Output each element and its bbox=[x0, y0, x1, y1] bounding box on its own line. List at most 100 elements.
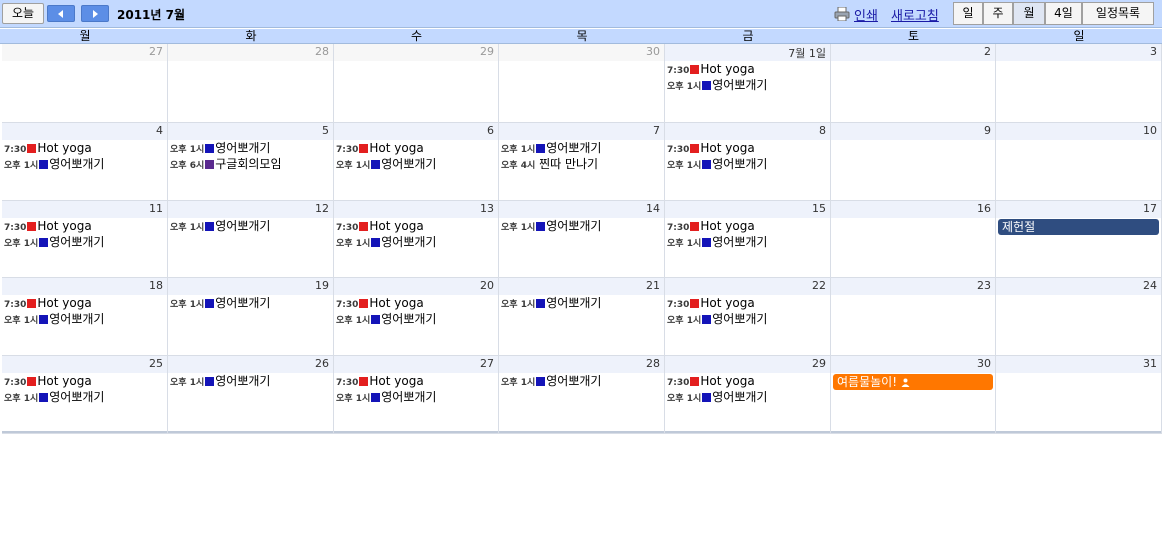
calendar-event[interactable]: 오후 1시 영어뽀개기 bbox=[2, 156, 167, 172]
calendar-event[interactable]: 7:30 Hot yoga bbox=[665, 61, 830, 77]
tab-week-view[interactable]: 주 bbox=[983, 2, 1013, 25]
calendar-event[interactable]: 7:30 Hot yoga bbox=[665, 218, 830, 234]
calendar-event[interactable]: 7:30 Hot yoga bbox=[334, 140, 498, 156]
day-cell[interactable]: 17 제헌절 bbox=[996, 201, 1162, 277]
tab-month-view[interactable]: 월 bbox=[1013, 2, 1045, 25]
day-cell[interactable]: 11 7:30 Hot yoga 오후 1시 영어뽀개기 bbox=[2, 201, 168, 277]
day-cell[interactable]: 16 bbox=[831, 201, 996, 277]
day-number[interactable]: 19 bbox=[315, 279, 329, 292]
calendar-event[interactable]: 7:30 Hot yoga bbox=[2, 140, 167, 156]
day-number[interactable]: 27 bbox=[480, 357, 494, 370]
tab-4day-view[interactable]: 4일 bbox=[1045, 2, 1082, 25]
day-cell[interactable]: 19 오후 1시 영어뽀개기 bbox=[168, 278, 334, 355]
day-cell[interactable]: 10 bbox=[996, 123, 1162, 200]
day-number[interactable]: 26 bbox=[315, 357, 329, 370]
day-cell[interactable]: 28 bbox=[168, 44, 334, 122]
day-number[interactable]: 16 bbox=[977, 202, 991, 215]
day-number[interactable]: 22 bbox=[812, 279, 826, 292]
day-cell[interactable]: 14 오후 1시 영어뽀개기 bbox=[499, 201, 665, 277]
day-cell[interactable]: 26 오후 1시 영어뽀개기 bbox=[168, 356, 334, 433]
day-cell[interactable]: 22 7:30 Hot yoga 오후 1시 영어뽀개기 bbox=[665, 278, 831, 355]
calendar-event[interactable]: 오후 1시 영어뽀개기 bbox=[499, 140, 664, 156]
day-number[interactable]: 28 bbox=[646, 357, 660, 370]
day-number[interactable]: 17 bbox=[1143, 202, 1157, 215]
day-number[interactable]: 6 bbox=[487, 124, 494, 137]
calendar-event[interactable]: 7:30 Hot yoga bbox=[334, 373, 498, 389]
calendar-event[interactable]: 7:30 Hot yoga bbox=[2, 295, 167, 311]
day-number[interactable]: 27 bbox=[149, 45, 163, 58]
day-number[interactable]: 21 bbox=[646, 279, 660, 292]
day-number[interactable]: 3 bbox=[1150, 45, 1157, 58]
calendar-event[interactable]: 오후 1시 영어뽀개기 bbox=[334, 389, 498, 405]
day-number[interactable]: 7 bbox=[653, 124, 660, 137]
calendar-event[interactable]: 오후 4시 찐따 만나기 bbox=[499, 156, 664, 172]
calendar-event[interactable]: 오후 1시 영어뽀개기 bbox=[168, 218, 333, 234]
day-number[interactable]: 30 bbox=[646, 45, 660, 58]
calendar-event[interactable]: 오후 1시 영어뽀개기 bbox=[168, 295, 333, 311]
day-number[interactable]: 29 bbox=[812, 357, 826, 370]
day-number[interactable]: 8 bbox=[819, 124, 826, 137]
calendar-event[interactable]: 7:30 Hot yoga bbox=[665, 373, 830, 389]
day-cell[interactable]: 18 7:30 Hot yoga 오후 1시 영어뽀개기 bbox=[2, 278, 168, 355]
day-number[interactable]: 15 bbox=[812, 202, 826, 215]
calendar-event[interactable]: 오후 1시 영어뽀개기 bbox=[168, 373, 333, 389]
calendar-event[interactable]: 오후 1시 영어뽀개기 bbox=[665, 234, 830, 250]
day-cell[interactable]: 7 오후 1시 영어뽀개기 오후 4시 찐따 만나기 bbox=[499, 123, 665, 200]
day-number[interactable]: 30 bbox=[977, 357, 991, 370]
tab-day-view[interactable]: 일 bbox=[953, 2, 983, 25]
calendar-event[interactable]: 오후 1시 영어뽀개기 bbox=[499, 218, 664, 234]
calendar-event[interactable]: 오후 1시 영어뽀개기 bbox=[168, 140, 333, 156]
day-cell[interactable]: 23 bbox=[831, 278, 996, 355]
day-cell[interactable]: 8 7:30 Hot yoga 오후 1시 영어뽀개기 bbox=[665, 123, 831, 200]
calendar-event[interactable]: 7:30 Hot yoga bbox=[665, 140, 830, 156]
day-cell[interactable]: 12 오후 1시 영어뽀개기 bbox=[168, 201, 334, 277]
calendar-event[interactable]: 오후 1시 영어뽀개기 bbox=[665, 77, 830, 93]
day-cell[interactable]: 9 bbox=[831, 123, 996, 200]
day-number[interactable]: 13 bbox=[480, 202, 494, 215]
day-cell[interactable]: 25 7:30 Hot yoga 오후 1시 영어뽀개기 bbox=[2, 356, 168, 433]
next-month-button[interactable] bbox=[81, 5, 109, 22]
calendar-event[interactable]: 오후 1시 영어뽀개기 bbox=[665, 156, 830, 172]
day-cell[interactable]: 5 오후 1시 영어뽀개기 오후 6시 구글회의모임 bbox=[168, 123, 334, 200]
day-cell[interactable]: 15 7:30 Hot yoga 오후 1시 영어뽀개기 bbox=[665, 201, 831, 277]
calendar-event[interactable]: 7:30 Hot yoga bbox=[2, 218, 167, 234]
day-cell[interactable]: 27 7:30 Hot yoga 오후 1시 영어뽀개기 bbox=[334, 356, 499, 433]
calendar-event[interactable]: 7:30 Hot yoga bbox=[334, 295, 498, 311]
day-cell[interactable]: 30 여름물놀이! bbox=[831, 356, 996, 433]
day-cell[interactable]: 3 bbox=[996, 44, 1162, 122]
day-number[interactable]: 29 bbox=[480, 45, 494, 58]
day-cell[interactable]: 21 오후 1시 영어뽀개기 bbox=[499, 278, 665, 355]
calendar-event[interactable]: 오후 1시 영어뽀개기 bbox=[2, 389, 167, 405]
calendar-event[interactable]: 오후 1시 영어뽀개기 bbox=[499, 373, 664, 389]
day-cell[interactable]: 4 7:30 Hot yoga 오후 1시 영어뽀개기 bbox=[2, 123, 168, 200]
calendar-event[interactable]: 오후 1시 영어뽀개기 bbox=[334, 156, 498, 172]
day-cell[interactable]: 20 7:30 Hot yoga 오후 1시 영어뽀개기 bbox=[334, 278, 499, 355]
refresh-link[interactable]: 새로고침 bbox=[891, 5, 939, 24]
calendar-event[interactable]: 7:30 Hot yoga bbox=[665, 295, 830, 311]
day-cell[interactable]: 6 7:30 Hot yoga 오후 1시 영어뽀개기 bbox=[334, 123, 499, 200]
allday-event[interactable]: 제헌절 bbox=[998, 219, 1159, 235]
day-number[interactable]: 20 bbox=[480, 279, 494, 292]
day-number[interactable]: 5 bbox=[322, 124, 329, 137]
day-cell[interactable]: 30 bbox=[499, 44, 665, 122]
day-number[interactable]: 10 bbox=[1143, 124, 1157, 137]
day-number[interactable]: 12 bbox=[315, 202, 329, 215]
day-cell[interactable]: 29 7:30 Hot yoga 오후 1시 영어뽀개기 bbox=[665, 356, 831, 433]
calendar-event[interactable]: 오후 1시 영어뽀개기 bbox=[665, 389, 830, 405]
calendar-event[interactable]: 오후 1시 영어뽀개기 bbox=[334, 234, 498, 250]
calendar-event[interactable]: 오후 1시 영어뽀개기 bbox=[665, 311, 830, 327]
day-cell[interactable]: 13 7:30 Hot yoga 오후 1시 영어뽀개기 bbox=[334, 201, 499, 277]
day-number[interactable]: 25 bbox=[149, 357, 163, 370]
tab-agenda-view[interactable]: 일정목록 bbox=[1082, 2, 1154, 25]
day-number[interactable]: 7월 1일 bbox=[788, 45, 826, 61]
today-button[interactable]: 오늘 bbox=[2, 3, 44, 24]
calendar-event[interactable]: 오후 1시 영어뽀개기 bbox=[2, 311, 167, 327]
allday-event[interactable]: 여름물놀이! bbox=[833, 374, 993, 390]
day-number[interactable]: 31 bbox=[1143, 357, 1157, 370]
print-link[interactable]: 인쇄 bbox=[834, 5, 878, 24]
day-number[interactable]: 14 bbox=[646, 202, 660, 215]
calendar-event[interactable]: 오후 1시 영어뽀개기 bbox=[334, 311, 498, 327]
calendar-event[interactable]: 7:30 Hot yoga bbox=[2, 373, 167, 389]
calendar-event[interactable]: 7:30 Hot yoga bbox=[334, 218, 498, 234]
day-cell[interactable]: 31 bbox=[996, 356, 1162, 433]
